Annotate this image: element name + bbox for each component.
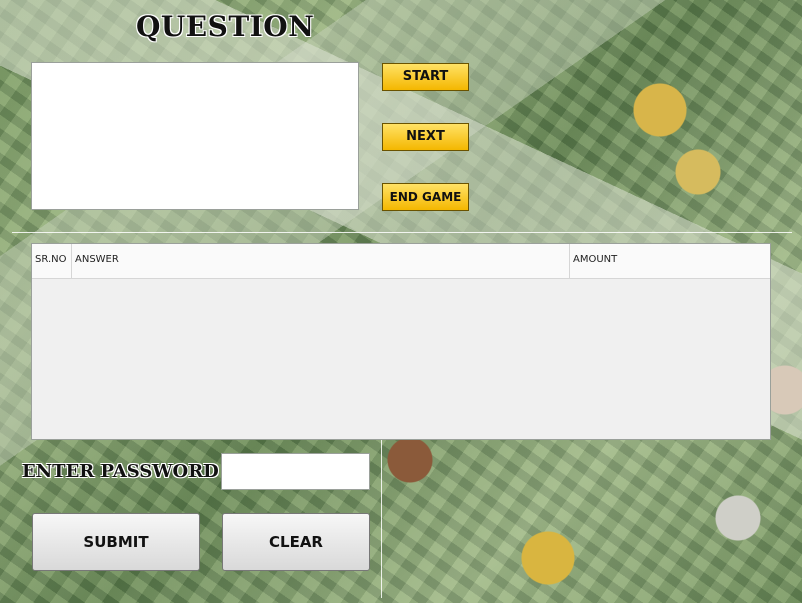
clear-button[interactable]: CLEAR	[222, 513, 370, 571]
question-display-box	[31, 62, 359, 210]
table-header: SR.NO ANSWER AMOUNT	[32, 244, 770, 279]
password-input[interactable]	[221, 453, 370, 490]
question-title: QUESTION	[136, 10, 315, 43]
next-button[interactable]: NEXT	[382, 123, 469, 151]
password-label: ENTER PASSWORD	[22, 461, 219, 482]
start-button[interactable]: START	[382, 63, 469, 91]
column-header-srno[interactable]: SR.NO	[32, 244, 72, 278]
submit-button[interactable]: SUBMIT	[32, 513, 200, 571]
answer-table[interactable]: SR.NO ANSWER AMOUNT	[31, 243, 771, 440]
column-header-amount[interactable]: AMOUNT	[570, 244, 770, 278]
column-header-answer[interactable]: ANSWER	[72, 244, 570, 278]
divider-vertical	[381, 440, 382, 598]
divider-horizontal	[12, 232, 792, 233]
end-game-button[interactable]: END GAME	[382, 183, 469, 211]
